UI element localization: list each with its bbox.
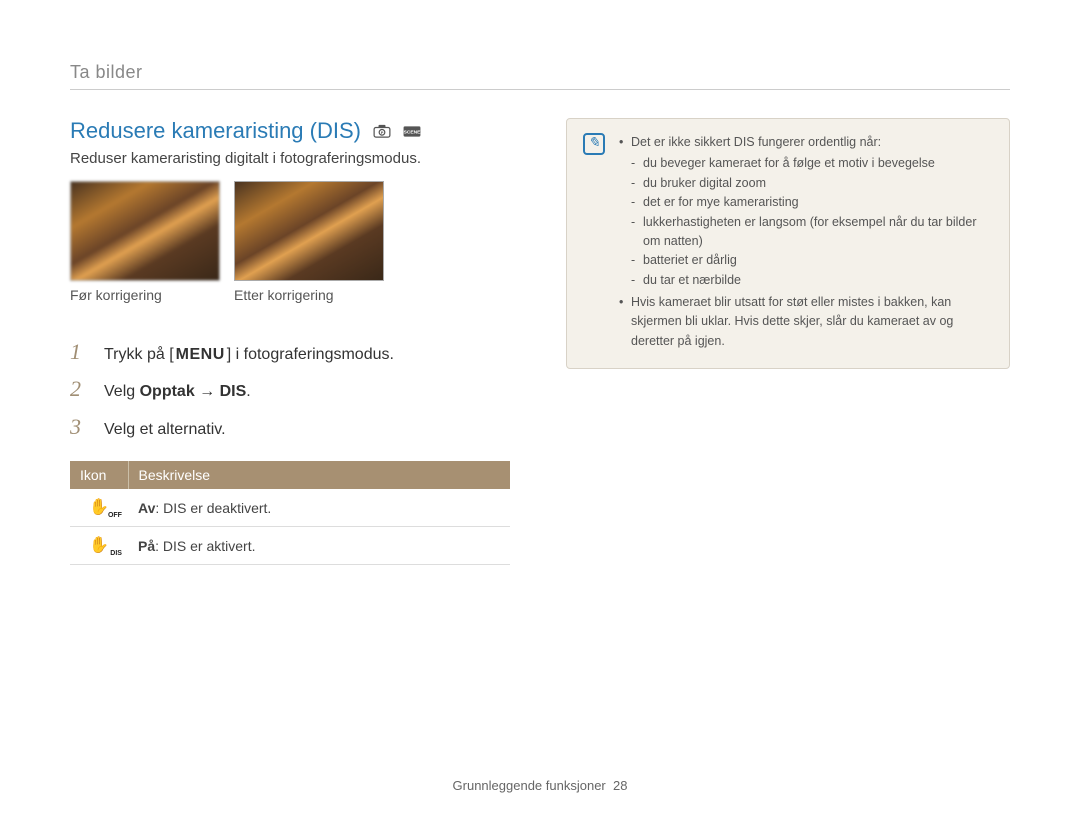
svg-text:SCENE: SCENE bbox=[404, 129, 421, 135]
scene-icon: SCENE bbox=[403, 123, 421, 139]
step-text: Velg et alternativ. bbox=[104, 419, 226, 441]
note-intro: Det er ikke sikkert DIS fungerer ordentl… bbox=[631, 135, 881, 149]
before-caption: Før korrigering bbox=[70, 287, 220, 303]
step-bold: Opptak bbox=[140, 383, 195, 400]
left-column: Redusere kameraristing (DIS) P SCENE Red… bbox=[70, 118, 510, 565]
step-text: Velg Opptak → DIS. bbox=[104, 381, 251, 403]
hand-dis-icon: ✋DIS bbox=[89, 538, 109, 554]
note-subitem: batteriet er dårlig bbox=[631, 251, 991, 270]
table-row: ✋DIS På: DIS er aktivert. bbox=[70, 527, 510, 565]
note-subitem: du bruker digital zoom bbox=[631, 174, 991, 193]
hand-off-icon: ✋OFF bbox=[89, 500, 109, 516]
before-image bbox=[70, 181, 220, 281]
note-box: ✎ Det er ikke sikkert DIS fungerer orden… bbox=[566, 118, 1010, 369]
table-row: ✋OFF Av: DIS er deaktivert. bbox=[70, 489, 510, 527]
step-plain: Velg bbox=[104, 383, 140, 400]
note-list: Det er ikke sikkert DIS fungerer ordentl… bbox=[619, 133, 991, 354]
menu-key-label: MENU bbox=[174, 344, 227, 366]
opt-name: Av bbox=[138, 500, 155, 516]
right-column: ✎ Det er ikke sikkert DIS fungerer orden… bbox=[566, 118, 1010, 565]
note-subitem: du beveger kameraet for å følge et motiv… bbox=[631, 154, 991, 173]
table-cell-desc: På: DIS er aktivert. bbox=[128, 527, 510, 565]
subtitle-text: Reduser kameraristing digitalt i fotogra… bbox=[70, 150, 510, 167]
step-number: 1 bbox=[70, 339, 90, 365]
step-pre: Trykk på [ bbox=[104, 346, 174, 363]
icon-sub: OFF bbox=[108, 512, 122, 519]
arrow: → bbox=[195, 383, 220, 400]
opt-name: På bbox=[138, 538, 155, 554]
step-number: 3 bbox=[70, 414, 90, 440]
table-header-icon: Ikon bbox=[70, 461, 128, 489]
camera-program-icon: P bbox=[373, 123, 391, 139]
page-heading: Redusere kameraristing (DIS) bbox=[70, 118, 361, 144]
step-post: ] i fotograferingsmodus. bbox=[227, 346, 394, 363]
step-number: 2 bbox=[70, 376, 90, 402]
after-caption: Etter korrigering bbox=[234, 287, 384, 303]
step-bold: DIS bbox=[220, 383, 247, 400]
footer-page: 28 bbox=[613, 778, 627, 793]
note-item: Det er ikke sikkert DIS fungerer ordentl… bbox=[619, 133, 991, 290]
options-table: Ikon Beskrivelse ✋OFF Av: DIS er deaktiv… bbox=[70, 461, 510, 565]
note-item: Hvis kameraet blir utsatt for støt eller… bbox=[619, 293, 991, 351]
opt-rest: : DIS er deaktivert. bbox=[155, 500, 271, 516]
icon-sub: DIS bbox=[110, 550, 122, 557]
opt-rest: : DIS er aktivert. bbox=[155, 538, 255, 554]
steps-list: 1 Trykk på [MENU] i fotograferingsmodus.… bbox=[70, 339, 510, 441]
page-footer: Grunnleggende funksjoner 28 bbox=[0, 778, 1080, 793]
note-subitem: det er for mye kameraristing bbox=[631, 193, 991, 212]
breadcrumb: Ta bilder bbox=[70, 62, 1010, 90]
footer-section: Grunnleggende funksjoner bbox=[453, 778, 606, 793]
step-text: Trykk på [MENU] i fotograferingsmodus. bbox=[104, 344, 394, 366]
note-subitem: du tar et nærbilde bbox=[631, 271, 991, 290]
table-cell-desc: Av: DIS er deaktivert. bbox=[128, 489, 510, 527]
svg-text:P: P bbox=[381, 130, 384, 135]
step-tail: . bbox=[246, 383, 250, 400]
note-icon: ✎ bbox=[583, 133, 605, 155]
after-image bbox=[234, 181, 384, 281]
note-subitem: lukkerhastigheten er langsom (for eksemp… bbox=[631, 213, 991, 252]
table-header-desc: Beskrivelse bbox=[128, 461, 510, 489]
